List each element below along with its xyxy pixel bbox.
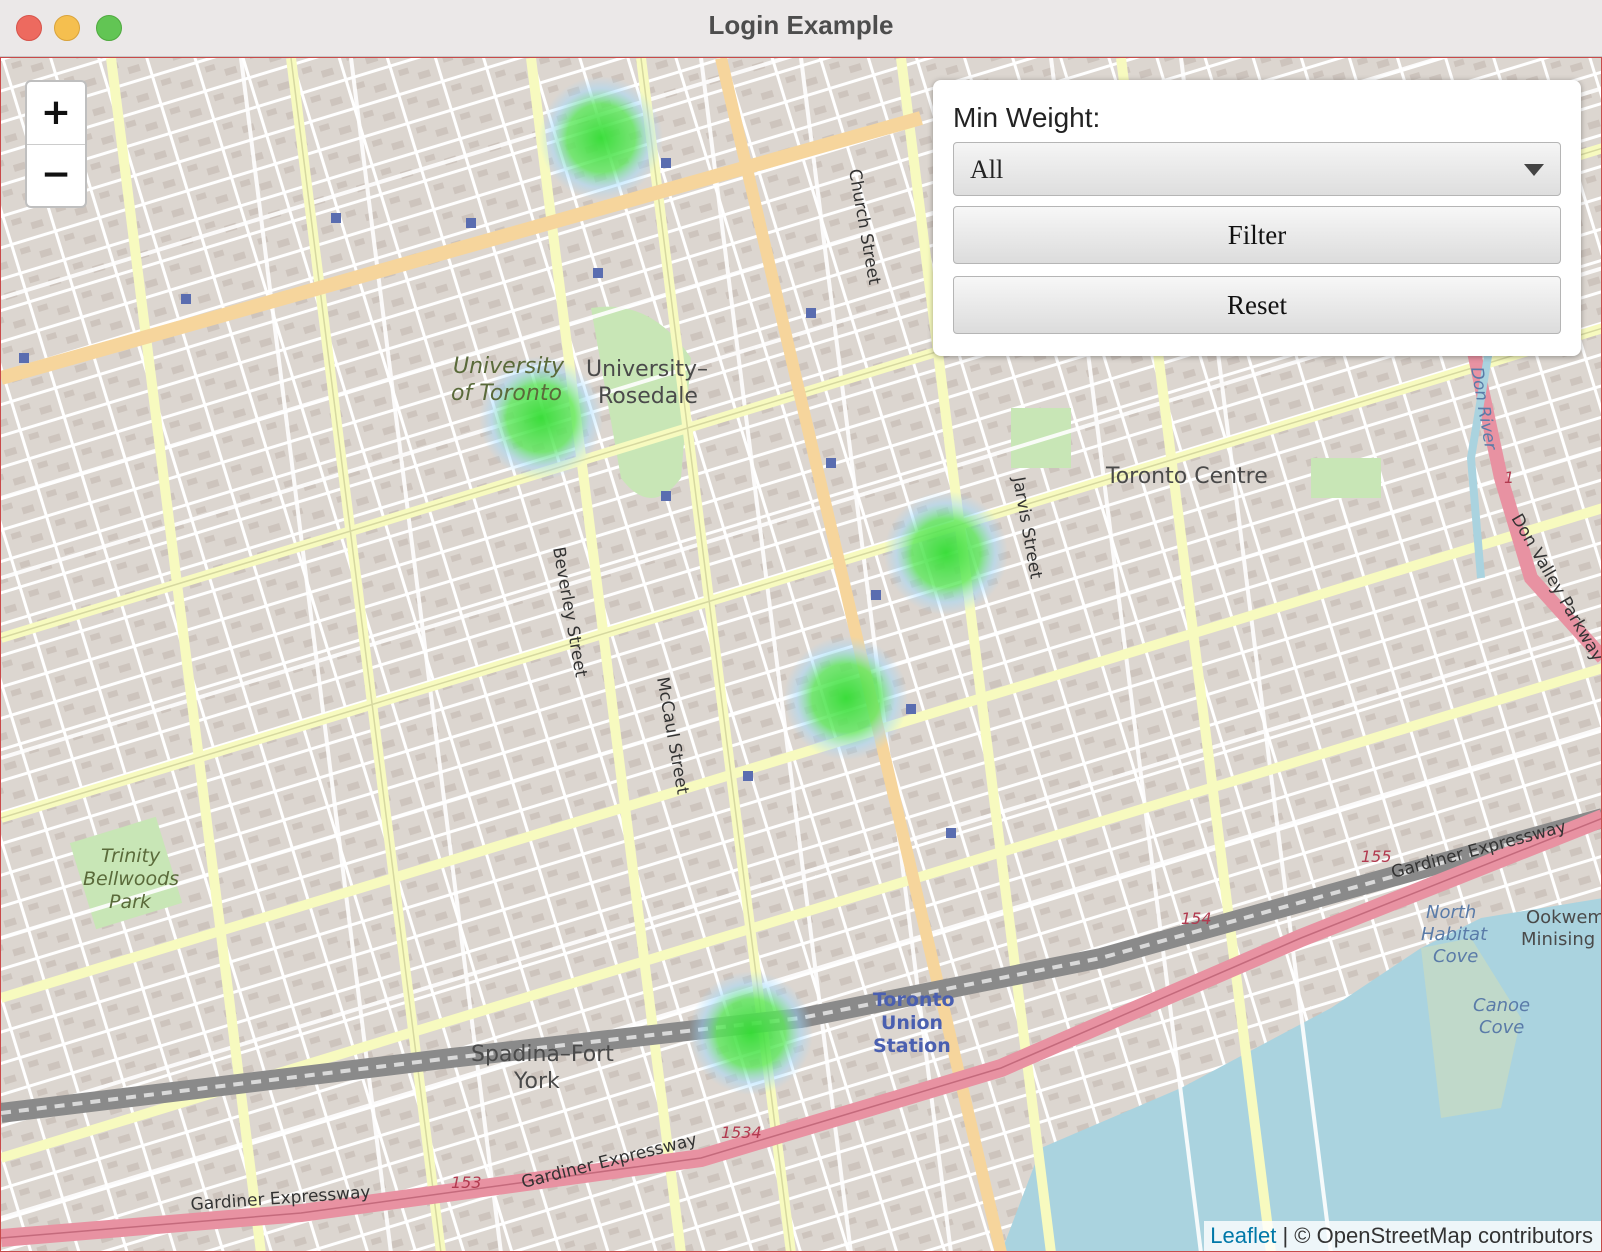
label-uoft-1: University — [453, 354, 565, 379]
label-uoft-2: of Toronto — [451, 381, 562, 406]
filter-button[interactable]: Filter — [953, 206, 1561, 264]
chevron-down-icon — [1524, 164, 1544, 176]
attribution-text: | © OpenStreetMap contributors — [1276, 1223, 1593, 1248]
label-ookwemin-2: Minising — [1521, 929, 1595, 950]
label-canoe-1: Canoe — [1473, 995, 1530, 1016]
label-habitat-1: North — [1426, 902, 1476, 923]
label-canoe-2: Cove — [1479, 1017, 1524, 1038]
leaflet-link[interactable]: Leaflet — [1210, 1223, 1276, 1248]
label-rosedale-1: University– — [586, 357, 708, 382]
label-habitat-2: Habitat — [1421, 924, 1488, 945]
map-view[interactable]: University of Toronto University– Roseda… — [0, 57, 1602, 1252]
shield-1534: 1534 — [721, 1123, 762, 1142]
shield-154: 154 — [1181, 909, 1212, 928]
label-trinity-2: Bellwoods — [83, 868, 179, 890]
reset-button[interactable]: Reset — [953, 276, 1561, 334]
label-union-3: Station — [873, 1035, 951, 1057]
zoom-in-button[interactable]: + — [27, 82, 85, 145]
min-weight-label: Min Weight: — [953, 102, 1101, 133]
label-union-2: Union — [881, 1012, 943, 1034]
label-union-1: Toronto — [873, 989, 955, 1011]
label-trinity-1: Trinity — [101, 845, 161, 867]
label-spadina-1: Spadina–Fort — [471, 1042, 614, 1067]
zoom-control: + − — [25, 80, 87, 208]
shield-153: 153 — [451, 1173, 482, 1192]
filter-panel: Min Weight: All Filter Reset — [933, 80, 1581, 356]
label-habitat-3: Cove — [1433, 946, 1478, 967]
label-toronto-centre: Toronto Centre — [1105, 464, 1268, 489]
label-rosedale-2: Rosedale — [598, 384, 698, 409]
min-weight-value: All — [970, 155, 1004, 184]
label-spadina-2: York — [513, 1069, 560, 1094]
shield-1: 1 — [1504, 468, 1514, 487]
zoom-out-button[interactable]: − — [27, 144, 85, 206]
min-weight-select[interactable]: All — [953, 142, 1561, 196]
window-title: Login Example — [708, 10, 894, 40]
title-bar: Login Example — [0, 0, 1602, 57]
label-ookwemin-1: Ookwemin — [1526, 907, 1602, 928]
map-attribution: Leaflet | © OpenStreetMap contributors — [1204, 1221, 1601, 1251]
shield-155: 155 — [1361, 847, 1392, 866]
label-trinity-3: Park — [109, 891, 152, 913]
